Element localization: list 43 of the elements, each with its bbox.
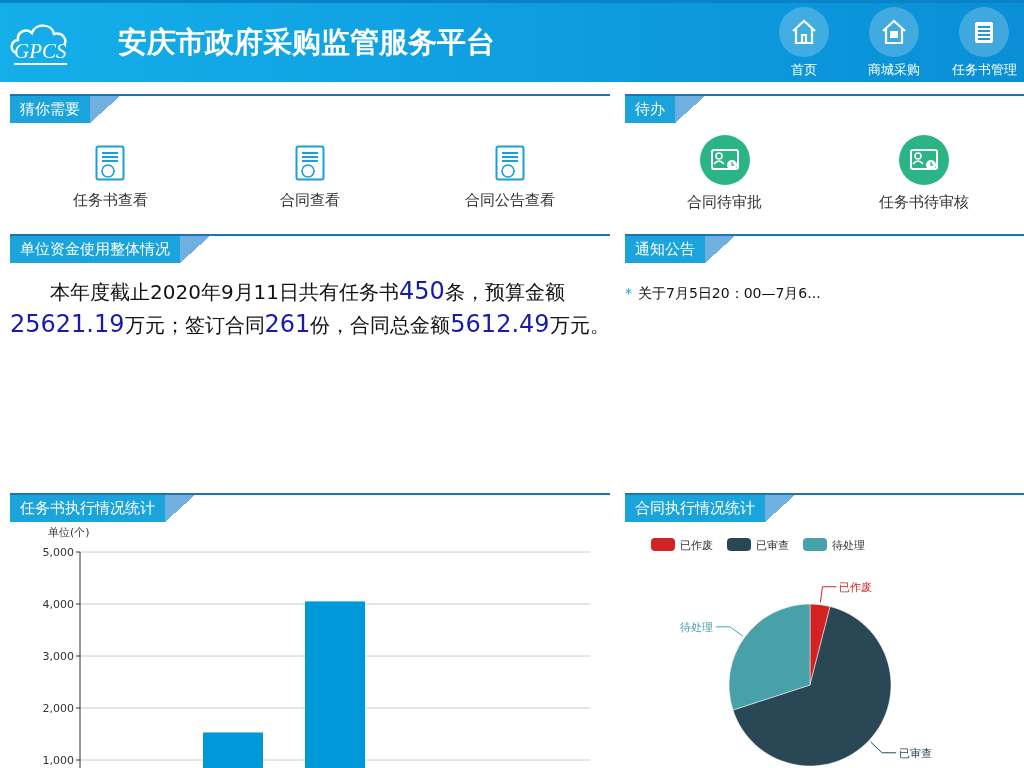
- logo-text: GPCS: [14, 40, 67, 65]
- quick-link[interactable]: 合同公告查看: [410, 145, 610, 210]
- tick-label: 3,000: [42, 650, 74, 663]
- axis-title: 单位(个): [48, 526, 90, 539]
- legend-swatch: [651, 538, 675, 551]
- slice-label: 已审查: [899, 746, 933, 760]
- funds-summary: 本年度截止2020年9月11日共有任务书450条，预算金额 25621.19万元；签订合同261份，合同总金额5612.49万元。: [10, 276, 610, 341]
- house-icon: [790, 17, 818, 46]
- id-card-clock-icon: [699, 135, 750, 185]
- legend-label: 已审查: [756, 539, 789, 552]
- leader-line: [870, 741, 897, 754]
- section-title: 合同执行情况统计: [625, 495, 765, 522]
- section-title: 单位资金使用整体情况: [10, 236, 180, 263]
- todo-link[interactable]: 任务书待审核: [824, 135, 1024, 212]
- tick-label: 4,000: [42, 598, 74, 611]
- legend-label: 待处理: [832, 539, 865, 552]
- section-title: 猜你需要: [10, 96, 90, 123]
- section-title: 待办: [625, 96, 675, 123]
- id-card-clock-icon: [899, 135, 950, 185]
- site-title: 安庆市政府采购监管服务平台: [118, 23, 495, 61]
- quick-link[interactable]: 任务书查看: [10, 145, 210, 210]
- todo-link[interactable]: 合同待审批: [625, 135, 825, 212]
- tick-label: 5,000: [42, 546, 74, 559]
- document-icon: [295, 145, 325, 181]
- slice-label: 已作废: [839, 580, 873, 594]
- leader-line: [819, 586, 837, 604]
- bullet-mark: *: [625, 285, 632, 301]
- leader-line: [715, 626, 744, 637]
- legend-label: 已作废: [680, 539, 713, 552]
- nav-link[interactable]: 任务书管理: [946, 6, 1022, 79]
- tick-label: 1,000: [42, 754, 74, 767]
- document-icon: [95, 145, 125, 181]
- section-title: 任务书执行情况统计: [10, 495, 165, 522]
- quick-link[interactable]: 合同查看: [210, 145, 410, 210]
- legend-swatch: [727, 538, 751, 551]
- tick-label: 2,000: [42, 702, 74, 715]
- document-icon: [495, 145, 525, 181]
- house-icon: [880, 17, 908, 46]
- bar: [203, 732, 263, 768]
- section-title: 通知公告: [625, 236, 705, 263]
- notice-link[interactable]: 关于7月5日20：00—7月6...: [638, 285, 821, 301]
- slice-label: 待处理: [679, 620, 713, 634]
- legend-swatch: [803, 538, 827, 551]
